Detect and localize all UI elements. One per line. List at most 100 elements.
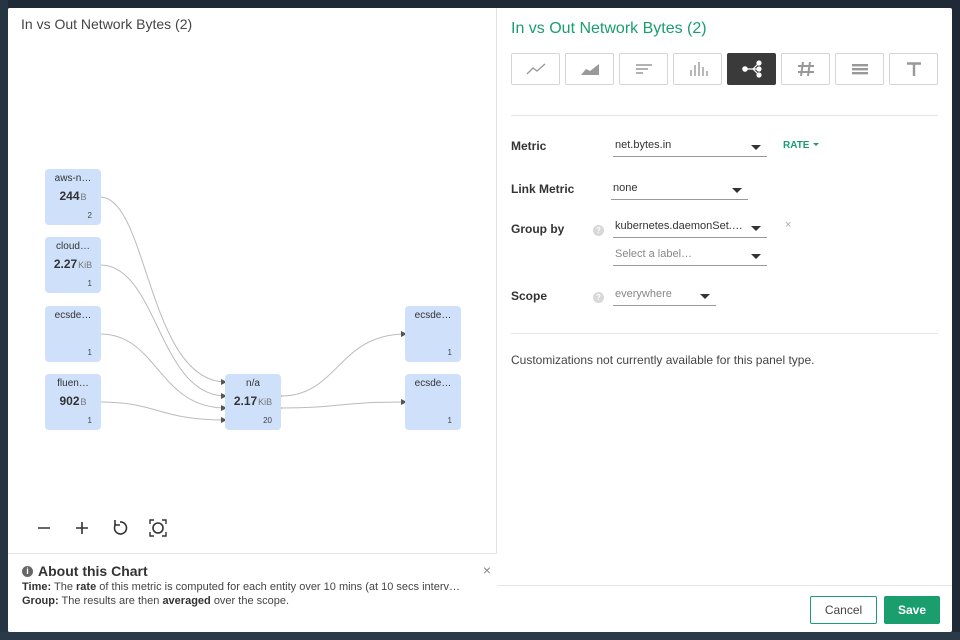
link-center-r1 <box>275 331 407 400</box>
link-n4-center <box>99 401 227 423</box>
metric-label: Metric <box>511 139 547 153</box>
help-icon[interactable]: ? <box>593 292 604 303</box>
caret-down-icon <box>813 143 820 146</box>
node-value <box>405 326 461 340</box>
viz-text-button[interactable] <box>889 53 938 85</box>
node-value <box>45 326 101 340</box>
viz-line-button[interactable] <box>511 53 560 85</box>
about-title: About this Chart <box>38 563 148 579</box>
chevron-down-icon <box>732 188 742 193</box>
group-by-select[interactable]: kubernetes.daemonSet.… <box>613 216 767 238</box>
node-name: ecsde… <box>54 310 92 321</box>
topology-node[interactable]: cloud… 2.27KiB 1 <box>45 237 101 293</box>
link-metric-label: Link Metric <box>511 182 575 196</box>
table-icon <box>851 64 868 75</box>
scope-value: everywhere <box>615 288 672 300</box>
node-count: 20 <box>263 416 272 425</box>
fit-icon <box>149 519 167 537</box>
close-icon[interactable]: × <box>483 562 491 578</box>
divider <box>511 115 938 116</box>
node-count: 1 <box>447 348 452 357</box>
link-n2-center <box>99 264 227 399</box>
topology-node[interactable]: ecsde… 1 <box>45 306 101 362</box>
zoom-out-button[interactable] <box>32 516 56 540</box>
link-metric-value: none <box>613 182 638 194</box>
node-name: ecsde… <box>414 310 452 321</box>
chart-preview-pane: In vs Out Network Bytes (2) aws-n… 244B … <box>8 8 497 632</box>
node-value: 902B <box>59 394 87 408</box>
node-value: 2.17KiB <box>233 394 273 408</box>
chevron-down-icon <box>700 294 710 299</box>
group-by-label: Group by <box>511 222 565 236</box>
info-icon: i <box>22 565 33 577</box>
topology-node-center[interactable]: n/a 2.17KiB 20 <box>225 374 281 430</box>
panel-title: In vs Out Network Bytes (2) <box>511 20 707 37</box>
modal-footer: Cancel Save <box>497 585 952 632</box>
edit-panel-modal: In vs Out Network Bytes (2) aws-n… 244B … <box>8 8 952 632</box>
node-count: 1 <box>447 416 452 425</box>
node-name: ecsde… <box>414 378 452 389</box>
node-name: aws-n… <box>54 173 92 184</box>
group-by-add-select[interactable]: Select a label… <box>613 244 767 266</box>
reset-view-button[interactable] <box>108 516 132 540</box>
node-count: 1 <box>87 416 92 425</box>
plus-icon <box>76 522 88 534</box>
reset-icon <box>113 520 128 535</box>
link-n1-center <box>99 196 227 385</box>
help-icon[interactable]: ? <box>593 225 604 236</box>
node-value: 2.27KiB <box>53 257 93 271</box>
link-n3-center <box>99 333 227 411</box>
about-chart-panel: i About this Chart Time: The rate of thi… <box>8 553 497 632</box>
topology-node[interactable]: aws-n… 244B 2 <box>45 169 101 225</box>
node-name: cloud… <box>56 241 90 252</box>
node-count: 1 <box>87 279 92 288</box>
group-by-placeholder: Select a label… <box>615 248 693 260</box>
area-chart-icon <box>580 64 599 75</box>
chevron-down-icon <box>751 226 761 231</box>
zoom-in-button[interactable] <box>70 516 94 540</box>
viz-topology-button[interactable] <box>727 53 776 85</box>
link-metric-select[interactable]: none <box>611 178 748 200</box>
line-chart-icon <box>526 63 545 75</box>
rate-dropdown[interactable]: RATE <box>783 140 820 151</box>
chevron-down-icon <box>751 254 761 259</box>
fit-view-button[interactable] <box>146 516 170 540</box>
viz-toplist-button[interactable] <box>619 53 668 85</box>
group-by-value: kubernetes.daemonSet.… <box>615 220 743 232</box>
customizations-note: Customizations not currently available f… <box>511 353 815 367</box>
scope-label: Scope <box>511 289 548 303</box>
about-time-line: Time: The rate of this metric is compute… <box>22 581 460 593</box>
node-count: 2 <box>87 211 92 220</box>
backdrop-bottom <box>0 632 960 640</box>
viz-number-button[interactable] <box>781 53 830 85</box>
panel-settings-pane: In vs Out Network Bytes (2) Metric net.b… <box>497 8 952 632</box>
metric-value: net.bytes.in <box>615 139 672 151</box>
number-icon <box>797 61 814 77</box>
scope-select[interactable]: everywhere <box>613 284 716 306</box>
visualization-picker <box>511 53 938 85</box>
bar-list-icon <box>635 64 652 74</box>
minus-icon <box>38 527 50 529</box>
topology-node[interactable]: ecsde… 1 <box>405 306 461 362</box>
topology-node[interactable]: fluen… 902B 1 <box>45 374 101 430</box>
viz-distribution-button[interactable] <box>673 53 722 85</box>
node-count: 1 <box>87 348 92 357</box>
cancel-button[interactable]: Cancel <box>810 596 877 624</box>
about-group-line: Group: The results are then averaged ove… <box>22 595 290 607</box>
node-value <box>405 394 461 408</box>
text-icon <box>906 62 921 76</box>
viz-area-button[interactable] <box>565 53 614 85</box>
node-value: 244B <box>59 189 87 203</box>
topology-graph[interactable]: aws-n… 244B 2 cloud… 2.27KiB 1 ecsde… 1 … <box>8 8 497 508</box>
histogram-icon <box>689 62 708 76</box>
remove-group-icon[interactable]: × <box>785 219 791 231</box>
save-button[interactable]: Save <box>884 596 940 624</box>
divider <box>511 333 938 334</box>
link-center-r2 <box>275 399 407 412</box>
viz-table-button[interactable] <box>835 53 884 85</box>
metric-select[interactable]: net.bytes.in <box>613 135 767 157</box>
topology-icon <box>741 60 762 78</box>
backdrop-left <box>0 0 8 640</box>
topology-node[interactable]: ecsde… 1 <box>405 374 461 430</box>
graph-zoom-controls <box>32 516 170 540</box>
